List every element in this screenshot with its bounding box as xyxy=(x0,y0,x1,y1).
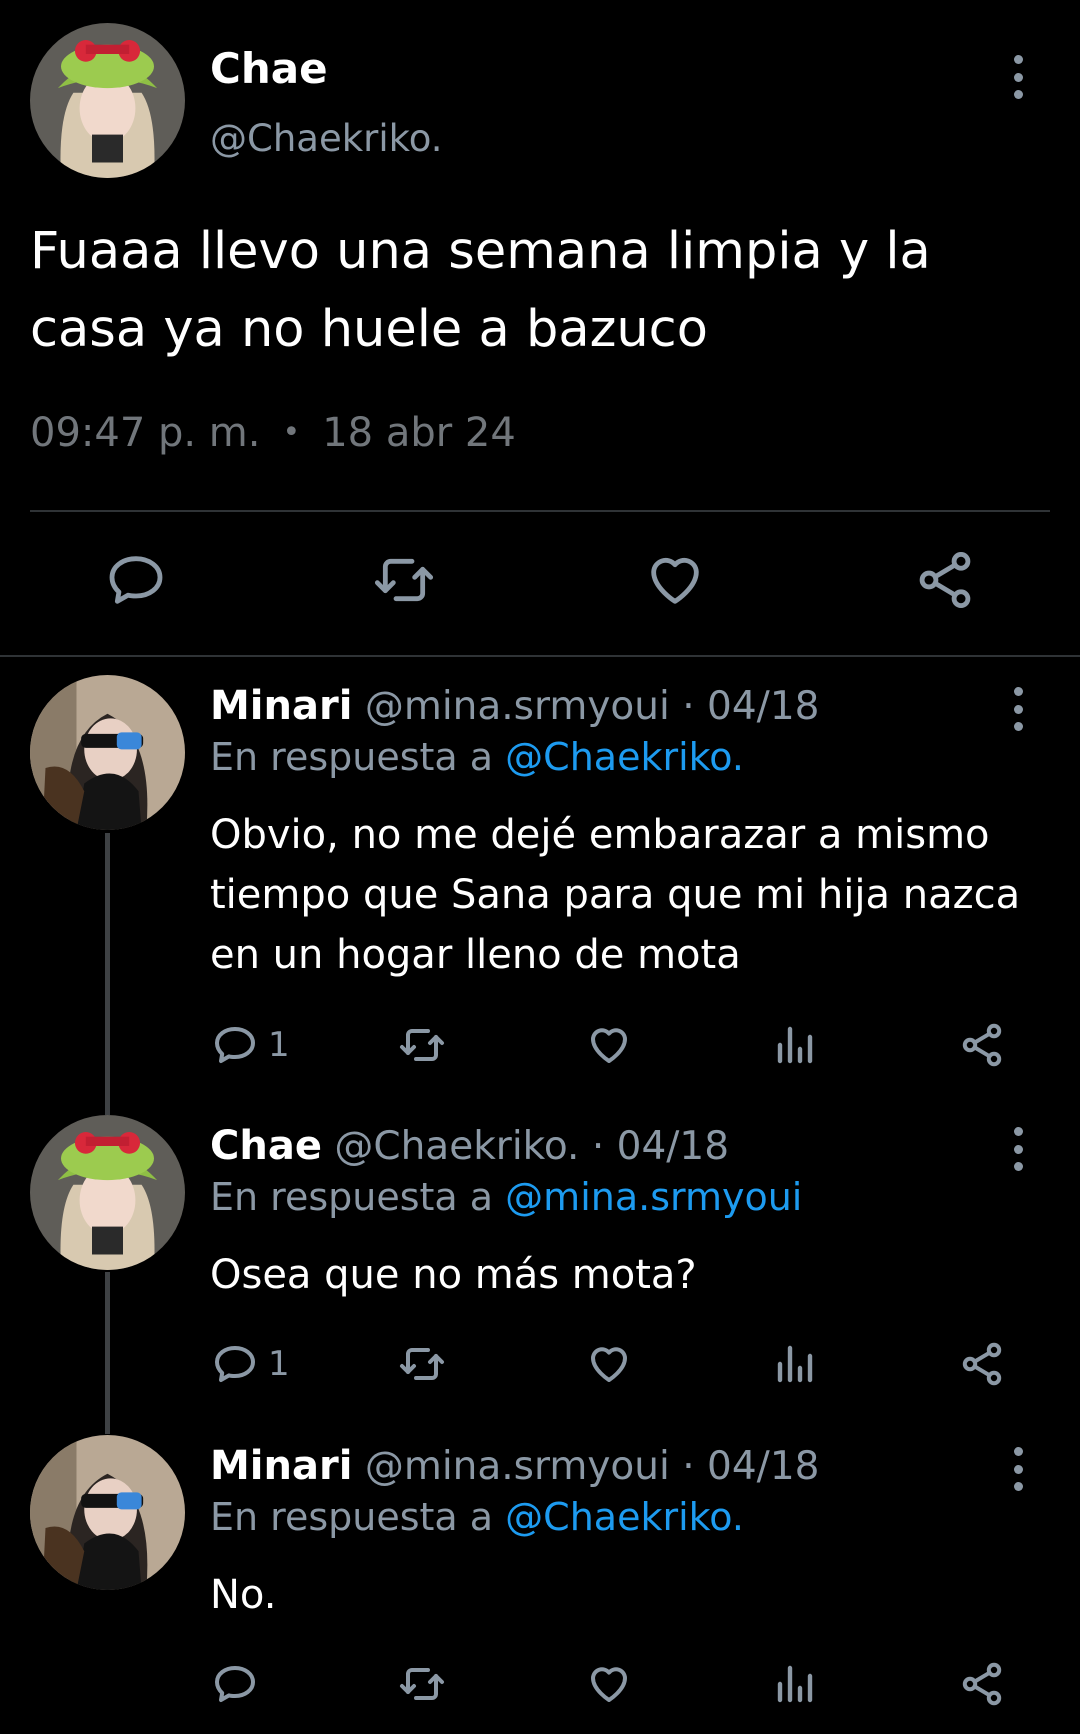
mention-link[interactable]: @Chaekriko. xyxy=(505,735,744,779)
author-handle[interactable]: @Chaekriko. xyxy=(210,117,443,160)
reply-context: En respuesta a @Chaekriko. xyxy=(210,1495,744,1539)
avatar-minari-image xyxy=(30,1435,185,1590)
avatar-chae-image xyxy=(30,1115,185,1270)
tweet-date: 18 abr 24 xyxy=(322,410,516,456)
tweet-action-bar: 1 xyxy=(0,1021,1080,1071)
tweet-text: No. xyxy=(210,1572,277,1618)
reply-context: En respuesta a @mina.srmyoui xyxy=(210,1175,802,1219)
retweet-icon[interactable] xyxy=(398,1340,446,1388)
meta-separator: • xyxy=(282,415,301,450)
reply-tweet[interactable]: Minari @mina.srmyoui · 04/18 En respuest… xyxy=(0,657,1080,1097)
avatar[interactable] xyxy=(30,1435,185,1590)
reply-icon[interactable] xyxy=(211,1660,259,1708)
reply-context: En respuesta a @Chaekriko. xyxy=(210,735,744,779)
more-options-icon[interactable] xyxy=(1003,55,1033,99)
reply-count: 1 xyxy=(268,1025,290,1065)
avatar[interactable] xyxy=(30,23,185,178)
tweet-action-bar xyxy=(0,548,1080,618)
retweet-icon[interactable] xyxy=(398,1660,446,1708)
author-name[interactable]: Minari xyxy=(210,1443,352,1489)
like-icon[interactable] xyxy=(585,1340,633,1388)
author-name[interactable]: Minari xyxy=(210,683,352,729)
avatar[interactable] xyxy=(30,1115,185,1270)
reply-prefix: En respuesta a xyxy=(210,1175,494,1219)
tweet-text: Fuaaa llevo una semana limpia y la casa … xyxy=(30,222,931,359)
reply-count: 1 xyxy=(268,1344,290,1384)
divider xyxy=(30,510,1050,512)
retweet-icon[interactable] xyxy=(372,548,436,612)
more-options-icon[interactable] xyxy=(1003,1127,1033,1171)
author-handle[interactable]: @mina.srmyoui xyxy=(365,684,670,729)
reply-header: Minari @mina.srmyoui · 04/18 xyxy=(210,683,819,729)
avatar-chae-image xyxy=(30,23,185,178)
author-name[interactable]: Chae xyxy=(210,1123,322,1169)
reply-date: 04/18 xyxy=(707,1444,820,1489)
meta-separator: · xyxy=(591,1124,605,1169)
meta-separator: · xyxy=(682,684,695,729)
reply-icon[interactable] xyxy=(211,1021,259,1069)
more-options-icon[interactable] xyxy=(1003,1447,1033,1491)
tweet-action-bar xyxy=(0,1660,1080,1710)
reply-tweet[interactable]: Minari @mina.srmyoui · 04/18 En respuest… xyxy=(0,1417,1080,1734)
tweet-action-bar: 1 xyxy=(0,1340,1080,1390)
mention-link[interactable]: @mina.srmyoui xyxy=(505,1175,802,1219)
author-handle[interactable]: @mina.srmyoui xyxy=(365,1444,670,1489)
reply-icon[interactable] xyxy=(211,1340,259,1388)
analytics-icon[interactable] xyxy=(772,1021,820,1069)
avatar[interactable] xyxy=(30,675,185,830)
main-tweet: Chae @Chaekriko. Fuaaa llevo una semana … xyxy=(0,0,1080,655)
share-icon[interactable] xyxy=(958,1660,1006,1708)
author-name[interactable]: Chae xyxy=(210,44,328,93)
share-icon[interactable] xyxy=(958,1340,1006,1388)
reply-tweet[interactable]: Chae @Chaekriko. · 04/18 En respuesta a … xyxy=(0,1097,1080,1417)
like-icon[interactable] xyxy=(585,1021,633,1069)
like-icon[interactable] xyxy=(585,1660,633,1708)
tweet-text: Osea que no más mota? xyxy=(210,1252,697,1298)
avatar-minari-image xyxy=(30,675,185,830)
reply-header: Chae @Chaekriko. · 04/18 xyxy=(210,1123,729,1169)
analytics-icon[interactable] xyxy=(772,1660,820,1708)
mention-link[interactable]: @Chaekriko. xyxy=(505,1495,744,1539)
analytics-icon[interactable] xyxy=(772,1340,820,1388)
tweet-thread-page: Chae @Chaekriko. Fuaaa llevo una semana … xyxy=(0,0,1080,1734)
retweet-icon[interactable] xyxy=(398,1021,446,1069)
tweet-time: 09:47 p. m. xyxy=(30,410,261,456)
reply-icon[interactable] xyxy=(104,548,168,612)
reply-prefix: En respuesta a xyxy=(210,735,494,779)
reply-date: 04/18 xyxy=(616,1124,730,1169)
more-options-icon[interactable] xyxy=(1003,687,1033,731)
reply-date: 04/18 xyxy=(707,684,820,729)
reply-header: Minari @mina.srmyoui · 04/18 xyxy=(210,1443,819,1489)
tweet-timestamp: 09:47 p. m. • 18 abr 24 xyxy=(30,410,516,456)
meta-separator: · xyxy=(682,1444,695,1489)
share-icon[interactable] xyxy=(913,548,977,612)
reply-prefix: En respuesta a xyxy=(210,1495,494,1539)
tweet-text: Obvio, no me dejé embarazar a mismo tiem… xyxy=(210,812,1021,978)
like-icon[interactable] xyxy=(643,548,707,612)
author-handle[interactable]: @Chaekriko. xyxy=(334,1124,579,1169)
share-icon[interactable] xyxy=(958,1021,1006,1069)
